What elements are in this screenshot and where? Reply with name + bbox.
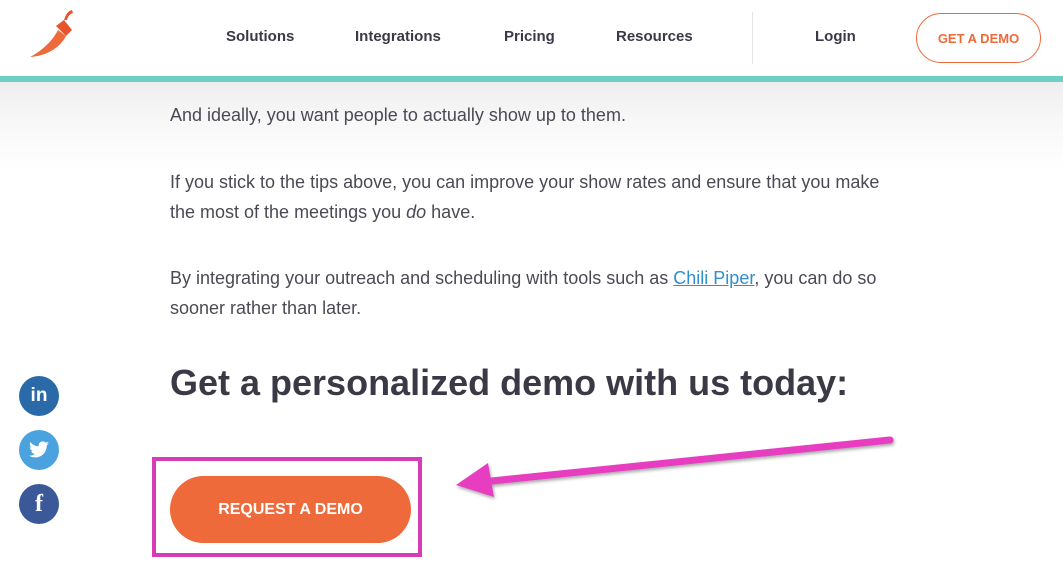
nav-integrations[interactable]: Integrations <box>355 28 441 45</box>
site-header: Solutions Integrations Pricing Resources… <box>0 0 1063 76</box>
nav-divider <box>752 12 753 64</box>
annotation-arrow-icon <box>456 436 894 497</box>
paragraph-tips-text: If you stick to the tips above, you can … <box>170 172 880 222</box>
paragraph-tips-emphasis: do <box>406 202 427 222</box>
facebook-icon: f <box>35 490 43 517</box>
login-link[interactable]: Login <box>815 28 856 45</box>
twitter-icon <box>29 441 49 458</box>
nav-pricing[interactable]: Pricing <box>504 28 555 45</box>
linkedin-share-button[interactable]: in <box>19 376 59 416</box>
nav-resources[interactable]: Resources <box>616 28 693 45</box>
get-a-demo-button[interactable]: GET A DEMO <box>916 13 1041 63</box>
paragraph-integrating: By integrating your outreach and schedul… <box>170 263 890 323</box>
request-a-demo-button[interactable]: REQUEST A DEMO <box>170 476 411 543</box>
paragraph-integrating-text: By integrating your outreach and schedul… <box>170 268 674 288</box>
linkedin-icon: in <box>30 385 48 406</box>
twitter-share-button[interactable] <box>19 430 59 470</box>
facebook-share-button[interactable]: f <box>19 484 59 524</box>
nav-solutions[interactable]: Solutions <box>226 28 294 45</box>
paragraph-show-up: And ideally, you want people to actually… <box>170 105 626 125</box>
paragraph-tips-end: have. <box>426 202 476 222</box>
paragraph-tips: If you stick to the tips above, you can … <box>170 167 890 227</box>
demo-heading: Get a personalized demo with us today: <box>170 362 849 403</box>
chili-piper-logo[interactable] <box>26 8 78 60</box>
chili-piper-link[interactable]: Chili Piper <box>673 268 754 288</box>
